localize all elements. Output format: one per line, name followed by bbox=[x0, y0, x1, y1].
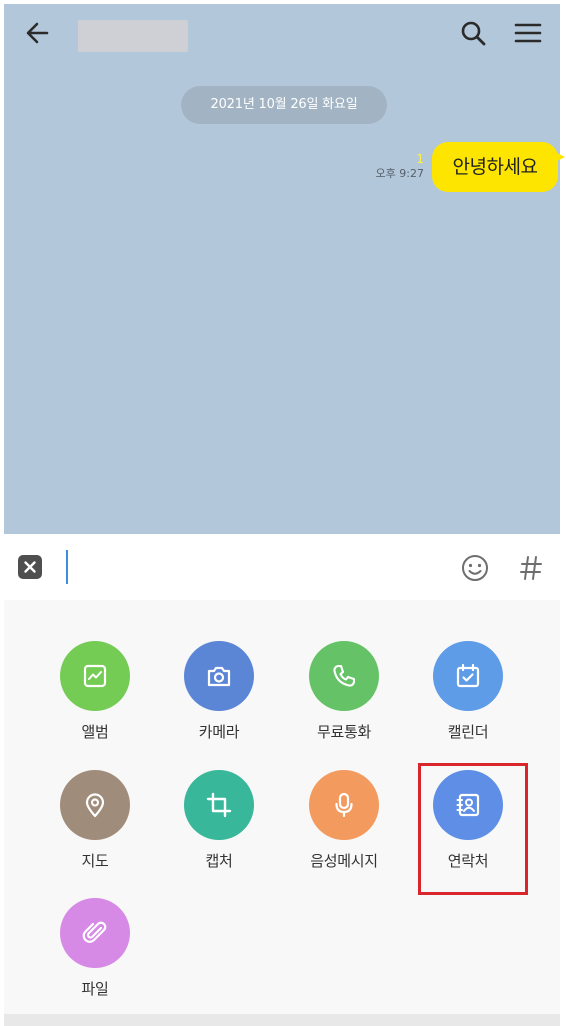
paperclip-icon-circle bbox=[60, 898, 130, 968]
camera-icon-circle bbox=[184, 641, 254, 711]
message-meta: 1 오후 9:27 bbox=[376, 152, 424, 182]
camera-icon bbox=[207, 666, 231, 687]
attach-map[interactable]: 지도 bbox=[40, 770, 150, 882]
phone-icon bbox=[333, 664, 356, 687]
emoji-icon bbox=[462, 555, 488, 581]
search-button[interactable] bbox=[456, 16, 490, 50]
attach-free-call[interactable]: 무료통화 bbox=[289, 641, 399, 753]
attach-file-label: 파일 bbox=[81, 980, 109, 998]
attach-voice-message-label: 음성메시지 bbox=[310, 852, 378, 870]
message-input-bar bbox=[4, 534, 560, 600]
crop-icon bbox=[206, 792, 232, 818]
attach-camera[interactable]: 카메라 bbox=[164, 641, 274, 753]
contact-icon-circle bbox=[433, 770, 503, 840]
attach-contact[interactable]: 연락처 bbox=[413, 770, 523, 882]
attach-contact-label: 연락처 bbox=[447, 852, 489, 870]
attach-calendar[interactable]: 캘린더 bbox=[413, 641, 523, 753]
attach-voice-message[interactable]: 음성메시지 bbox=[289, 770, 399, 882]
attach-album[interactable]: 앨범 bbox=[40, 641, 150, 753]
hashtag-icon bbox=[520, 556, 542, 580]
text-cursor bbox=[66, 550, 68, 584]
attach-capture[interactable]: 캡처 bbox=[164, 770, 274, 882]
message-bubble[interactable]: 안녕하세요 bbox=[432, 142, 565, 192]
attach-file[interactable]: 파일 bbox=[40, 898, 150, 1010]
microphone-icon bbox=[335, 792, 353, 818]
chat-title bbox=[78, 20, 188, 52]
menu-button[interactable] bbox=[510, 16, 546, 50]
unread-count: 1 bbox=[416, 152, 424, 166]
attach-camera-label: 카메라 bbox=[198, 723, 240, 741]
message-input[interactable] bbox=[70, 548, 440, 586]
chat-area: 2021년 10월 26일 화요일 1 오후 9:27 안녕하세요 bbox=[4, 4, 565, 534]
attach-map-label: 지도 bbox=[81, 852, 109, 870]
bottom-strip bbox=[4, 1014, 560, 1026]
attach-capture-label: 캡처 bbox=[205, 852, 233, 870]
attach-album-label: 앨범 bbox=[81, 723, 109, 741]
contact-icon bbox=[456, 793, 480, 817]
search-icon bbox=[461, 21, 486, 46]
paperclip-icon bbox=[82, 921, 107, 943]
map-pin-icon-circle bbox=[60, 770, 130, 840]
close-attach-button[interactable] bbox=[18, 555, 42, 579]
emoji-button[interactable] bbox=[460, 553, 490, 583]
album-icon bbox=[83, 664, 107, 688]
date-divider: 2021년 10월 26일 화요일 bbox=[181, 86, 387, 124]
hamburger-menu-icon bbox=[514, 23, 542, 43]
calendar-icon-circle bbox=[433, 641, 503, 711]
arrow-left-icon bbox=[26, 22, 49, 44]
phone-icon-circle bbox=[309, 641, 379, 711]
crop-icon-circle bbox=[184, 770, 254, 840]
back-button[interactable] bbox=[22, 16, 56, 50]
chat-header bbox=[4, 4, 560, 60]
hashtag-button[interactable] bbox=[518, 553, 544, 583]
attach-free-call-label: 무료통화 bbox=[316, 723, 371, 741]
calendar-icon bbox=[456, 663, 480, 688]
attach-calendar-label: 캘린더 bbox=[447, 723, 489, 741]
message-time: 오후 9:27 bbox=[375, 167, 424, 180]
close-icon bbox=[24, 561, 36, 573]
album-icon-circle bbox=[60, 641, 130, 711]
map-pin-icon bbox=[85, 793, 105, 818]
microphone-icon-circle bbox=[309, 770, 379, 840]
